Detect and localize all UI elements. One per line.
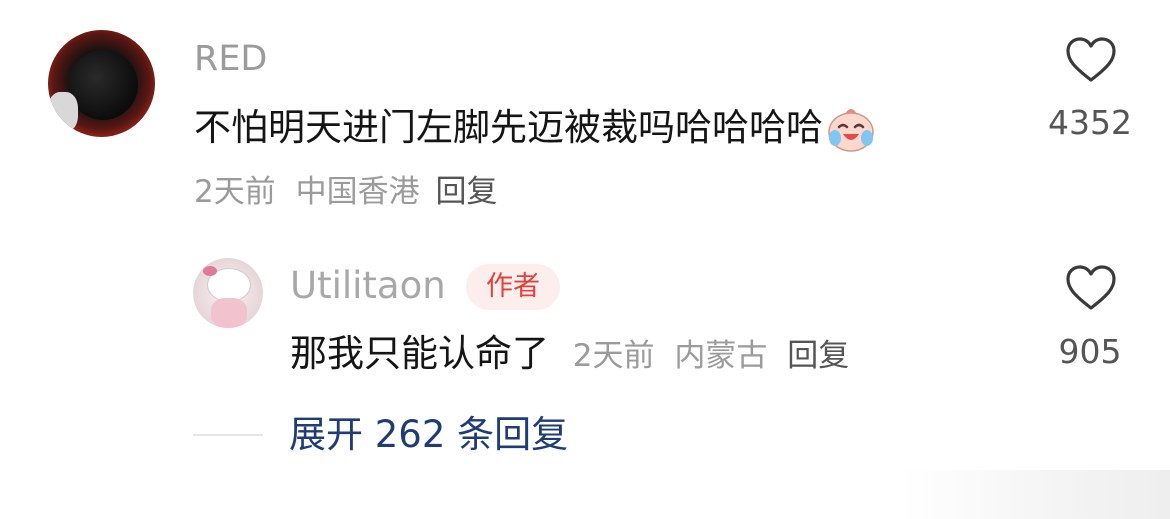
- reply-username[interactable]: Utilitaon: [290, 264, 446, 308]
- expand-replies-button[interactable]: 展开 262 条回复: [289, 413, 568, 457]
- author-badge: 作者: [466, 264, 560, 310]
- avatar-detail: [48, 92, 78, 132]
- reply-text: 那我只能认命了 2天前 内蒙古 回复: [290, 332, 849, 378]
- reply-meta: 2天前 内蒙古 回复: [573, 338, 849, 374]
- reply-body: 那我只能认命了: [290, 332, 549, 375]
- comment-text: 不怕明天进门左脚先迈被裁吗哈哈哈哈: [194, 102, 877, 154]
- bow-icon: [203, 266, 217, 276]
- comment-body: 不怕明天进门左脚先迈被裁吗哈哈哈哈: [194, 106, 823, 149]
- avatar[interactable]: [48, 30, 155, 137]
- avatar-image: [68, 50, 138, 120]
- avatar-detail: [211, 298, 247, 328]
- like-count: 4352: [1048, 103, 1132, 142]
- reply-like-heart-icon[interactable]: [1064, 264, 1118, 312]
- reply-time: 2天前: [572, 338, 655, 374]
- reply-button[interactable]: 回复: [435, 174, 497, 210]
- comment-location: 中国香港: [295, 174, 420, 210]
- reply-reply-button[interactable]: 回复: [787, 338, 849, 374]
- comment-time: 2天前: [194, 174, 276, 210]
- comment-meta: 2天前 中国香港 回复: [194, 172, 497, 212]
- watermark: [900, 470, 1170, 519]
- laughing-crying-emoji-icon: [825, 102, 877, 154]
- reply-location: 内蒙古: [674, 338, 768, 374]
- divider: [193, 434, 263, 436]
- reply-like-count: 905: [1058, 332, 1122, 371]
- reply-avatar[interactable]: [193, 258, 263, 328]
- comment-username[interactable]: RED: [194, 38, 267, 80]
- like-heart-icon[interactable]: [1064, 36, 1118, 84]
